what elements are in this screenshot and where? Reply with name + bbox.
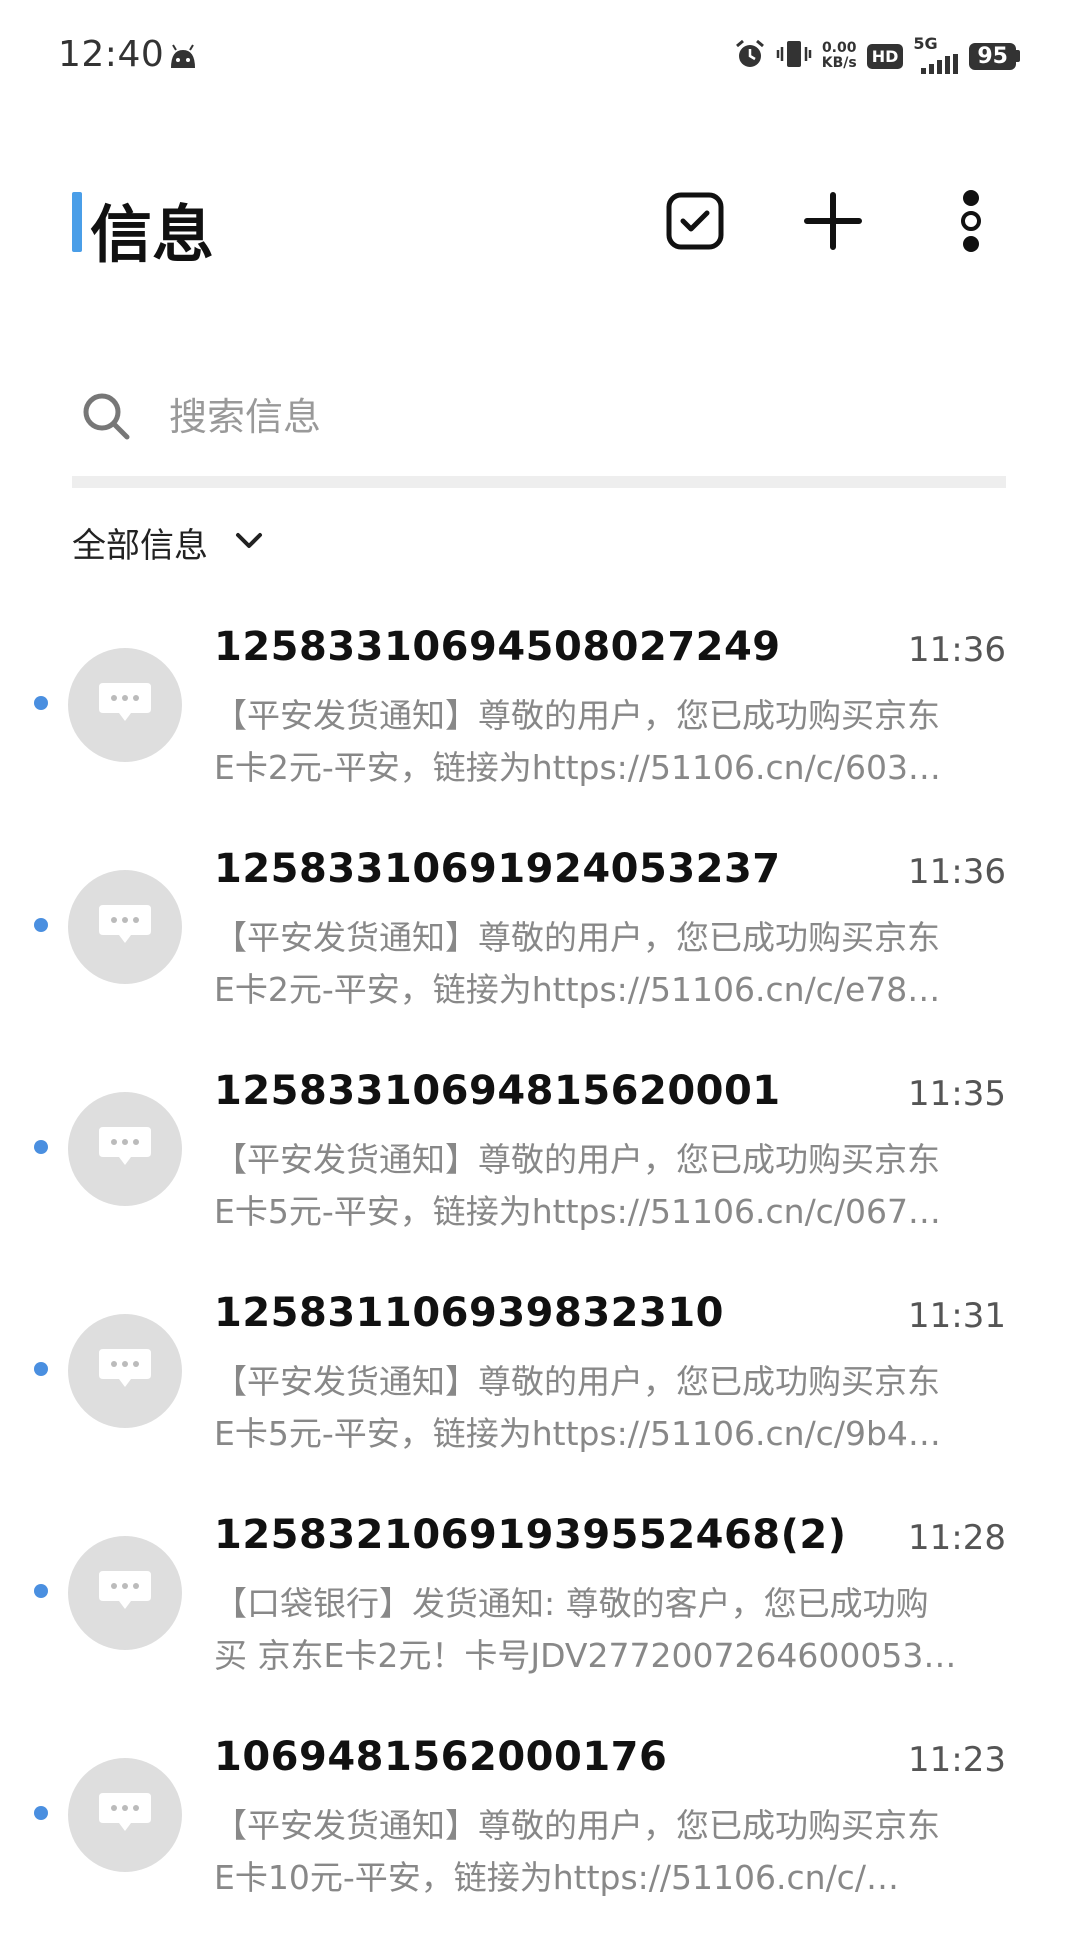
preview-line-2: E卡5元-平安，链接为https://51106.cn/c/067… <box>214 1192 941 1231</box>
netspeed-unit: KB/s <box>821 55 857 71</box>
unread-dot <box>34 696 48 710</box>
message-preview: 【平安发货通知】尊敬的用户，您已成功购买京东 E卡2元-平安，链接为https:… <box>214 912 1008 1016</box>
battery-level: 95 <box>969 42 1016 70</box>
chevron-down-icon <box>234 531 264 555</box>
message-item[interactable]: 1258331069481562000​1 11:35 【平安发货通知】尊敬的用… <box>0 1056 1076 1278</box>
avatar <box>68 648 182 762</box>
vibrate-icon <box>776 38 812 74</box>
message-preview: 【平安发货通知】尊敬的用户，您已成功购买京东 E卡5元-平安，链接为https:… <box>214 1356 1008 1460</box>
preview-line-2: 买 京东E卡2元！卡号JDV2772007264600053… <box>214 1636 957 1675</box>
sender-number: 12583110693983231​0 <box>214 1290 724 1336</box>
unread-dot <box>34 918 48 932</box>
header: 信息 <box>0 170 1076 280</box>
status-time: 12:40 <box>58 34 165 75</box>
sender-number: 1069481562000176 <box>214 1734 668 1780</box>
preview-line-2: E卡10元-平安，链接为https://51106.cn/c/… <box>214 1858 899 1897</box>
search-icon <box>80 390 132 446</box>
network-type: 5G <box>913 34 938 53</box>
sender-number: 1258321069193955246​8(2) <box>214 1512 847 1558</box>
preview-line-1: 【平安发货通知】尊敬的用户，您已成功购买京东 <box>214 696 940 735</box>
unread-dot <box>34 1140 48 1154</box>
message-time: 11:23 <box>908 1740 1006 1780</box>
message-time: 11:28 <box>908 1518 1006 1558</box>
unread-dot <box>34 1584 48 1598</box>
message-preview: 【平安发货通知】尊敬的用户，您已成功购买京东 E卡5元-平安，链接为https:… <box>214 1134 1008 1238</box>
chat-bubble-icon <box>97 1789 153 1841</box>
chat-bubble-icon <box>97 1123 153 1175</box>
message-preview: 【平安发货通知】尊敬的用户，您已成功购买京东 E卡2元-平安，链接为https:… <box>214 690 1008 794</box>
message-item[interactable]: 1069481562000176 11:23 【平安发货通知】尊敬的用户，您已成… <box>0 1722 1076 1944</box>
message-time: 11:36 <box>908 630 1006 670</box>
message-time: 11:31 <box>908 1296 1006 1336</box>
message-time: 11:36 <box>908 852 1006 892</box>
battery-indicator: 95 <box>969 42 1020 70</box>
signal-strength: 5G <box>913 34 959 74</box>
select-button[interactable] <box>660 188 730 258</box>
message-item[interactable]: 125833106945080272​49 11:36 【平安发货通知】尊敬的用… <box>0 612 1076 834</box>
message-filter-dropdown[interactable]: 全部信息 <box>72 518 264 567</box>
android-robot-icon <box>168 44 198 74</box>
battery-tip <box>1016 50 1020 62</box>
avatar <box>68 1314 182 1428</box>
preview-line-2: E卡5元-平安，链接为https://51106.cn/c/9b4… <box>214 1414 941 1453</box>
search-input[interactable] <box>167 386 971 448</box>
preview-line-1: 【平安发货通知】尊敬的用户，您已成功购买京东 <box>214 1140 940 1179</box>
checkbox-icon <box>664 190 726 256</box>
more-vertical-icon <box>956 189 986 257</box>
sender-number: 125833106945080272​49 <box>214 624 781 670</box>
preview-line-1: 【平安发货通知】尊敬的用户，您已成功购买京东 <box>214 1806 940 1845</box>
title-accent-bar <box>72 192 82 252</box>
status-bar: 12:40 0.00 KB/s HD 5G 95 <box>0 0 1076 118</box>
netspeed-value: 0.00 <box>821 40 857 56</box>
chat-bubble-icon <box>97 901 153 953</box>
message-preview: 【口袋银行】发货通知: 尊敬的客户，您已成功购 买 京东E卡2元！卡号JDV27… <box>214 1578 1008 1682</box>
message-item[interactable]: 1258321069193955246​8(2) 11:28 【口袋银行】发货通… <box>0 1500 1076 1722</box>
unread-dot <box>34 1362 48 1376</box>
sender-number: 1258331069481562000​1 <box>214 1068 781 1114</box>
hd-badge: HD <box>866 43 904 69</box>
message-item[interactable]: 1258331069192405323​7 11:36 【平安发货通知】尊敬的用… <box>0 834 1076 1056</box>
chat-bubble-icon <box>97 1345 153 1397</box>
search-bar[interactable] <box>72 376 1006 488</box>
preview-line-1: 【口袋银行】发货通知: 尊敬的客户，您已成功购 <box>214 1584 929 1623</box>
message-time: 11:35 <box>908 1074 1006 1114</box>
signal-bars-icon <box>921 54 959 78</box>
avatar <box>68 1536 182 1650</box>
page-title: 信息 <box>90 198 215 271</box>
message-preview: 【平安发货通知】尊敬的用户，您已成功购买京东 E卡10元-平安，链接为https… <box>214 1800 1008 1904</box>
unread-dot <box>34 1806 48 1820</box>
avatar <box>68 1758 182 1872</box>
chat-bubble-icon <box>97 1567 153 1619</box>
sender-number: 1258331069192405323​7 <box>214 846 781 892</box>
preview-line-1: 【平安发货通知】尊敬的用户，您已成功购买京东 <box>214 918 940 957</box>
avatar <box>68 870 182 984</box>
network-speed: 0.00 KB/s <box>822 41 857 71</box>
plus-icon <box>803 191 863 255</box>
preview-line-1: 【平安发货通知】尊敬的用户，您已成功购买京东 <box>214 1362 940 1401</box>
chat-bubble-icon <box>97 679 153 731</box>
new-message-button[interactable] <box>798 188 868 258</box>
message-item[interactable]: 12583110693983231​0 11:31 【平安发货通知】尊敬的用户，… <box>0 1278 1076 1500</box>
filter-label: 全部信息 <box>72 526 208 566</box>
more-options-button[interactable] <box>936 188 1006 258</box>
alarm-icon <box>734 38 766 74</box>
preview-line-2: E卡2元-平安，链接为https://51106.cn/c/e78… <box>214 970 941 1009</box>
preview-line-2: E卡2元-平安，链接为https://51106.cn/c/603… <box>214 748 941 787</box>
avatar <box>68 1092 182 1206</box>
